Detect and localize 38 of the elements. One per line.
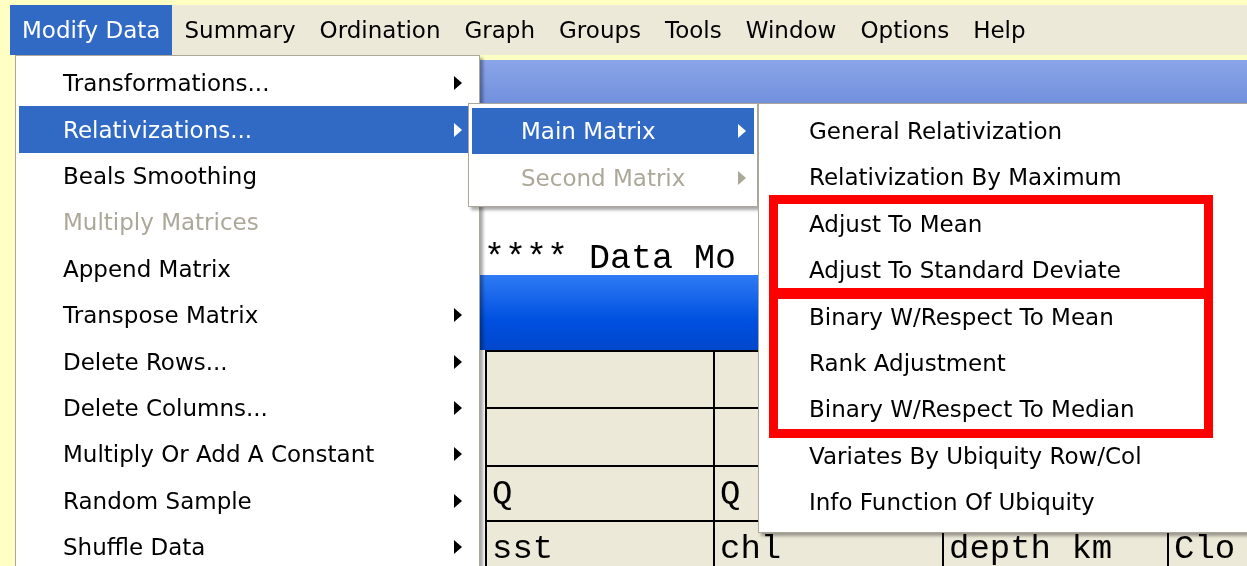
menu-bar-item[interactable]: Window [733,5,849,55]
menu-item[interactable]: Adjust To Mean [809,205,983,242]
submenu-arrow-icon [736,169,748,186]
menu-bar-item[interactable]: Graph [452,5,548,55]
menu-item[interactable]: Shuffle Data [19,523,476,566]
menu-bar-item[interactable]: Help [961,5,1038,55]
table-cell: Q [487,467,715,522]
menu-item[interactable]: Relativization By Maximum [809,159,1122,196]
submenu-arrow-icon [452,307,464,324]
submenu-arrow-icon [452,446,464,463]
output-text: **** Data Mo [483,243,737,275]
submenu-arrow-icon [452,121,464,138]
menu-item[interactable]: General Relativization [809,113,1063,149]
menu-item[interactable]: Multiply Or Add A Constant [19,431,476,478]
menu-item[interactable]: Adjust To Standard Deviate [809,252,1121,289]
menu-bar-item[interactable]: Modify Data [10,5,173,55]
menu-item[interactable]: Binary W/Respect To Mean [809,298,1114,335]
menu-bar-item[interactable]: Tools [653,5,734,55]
submenu-arrow-icon [452,539,464,556]
submenu-arrow-icon [452,399,464,416]
menu-bar-item[interactable]: Groups [547,5,654,55]
submenu-arrow-icon [452,75,464,92]
submenu-arrow-icon [736,123,748,140]
menu-item[interactable]: Binary W/Respect To Median [809,391,1135,428]
menu-item[interactable]: Append Matrix [19,245,476,292]
menu-item[interactable]: Rank Adjustment [809,344,1006,381]
menu-bar-item[interactable]: Ordination [307,5,453,55]
menu-item[interactable]: Delete Rows... [19,338,476,385]
menu-bar-item[interactable]: Options [848,5,962,55]
menu-bar-item[interactable]: Summary [172,5,308,55]
menu-item[interactable]: Random Sample [19,477,476,524]
menu-item[interactable]: Transformations... [19,60,476,107]
menu-item[interactable]: Delete Columns... [19,384,476,432]
submenu-arrow-icon [452,353,464,370]
submenu-arrow-icon [452,492,464,509]
table-cell: sst [487,522,715,566]
menu-item[interactable]: Transpose Matrix [19,291,476,339]
menu-item[interactable]: Main Matrix [472,108,754,155]
